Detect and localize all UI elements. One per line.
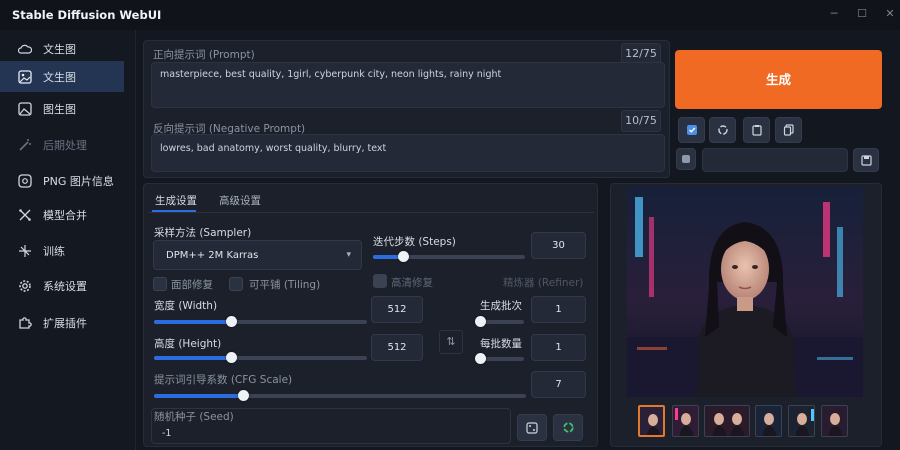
width-label: 宽度 (Width) xyxy=(154,300,218,312)
close-icon[interactable]: ✕ xyxy=(883,7,897,21)
wand-icon xyxy=(18,138,32,152)
sidebar-item-label: 训练 xyxy=(43,244,65,258)
gallery-thumbnail[interactable] xyxy=(638,405,665,437)
gallery-thumbnail[interactable] xyxy=(821,405,848,437)
restore-faces-checkbox[interactable] xyxy=(153,277,167,291)
merge-icon xyxy=(18,208,32,222)
negative-prompt-input[interactable]: lowres, bad anatomy, worst quality, blur… xyxy=(151,134,665,172)
recycle-seed-icon[interactable] xyxy=(553,414,583,441)
seed-input[interactable]: -1 xyxy=(151,408,511,444)
gallery-thumbnail[interactable] xyxy=(704,405,750,437)
minimize-icon[interactable]: ─ xyxy=(827,7,841,21)
batch-count-slider-thumb[interactable] xyxy=(475,316,486,327)
batch-count-slider[interactable] xyxy=(475,316,524,327)
gallery-thumbnail[interactable] xyxy=(788,405,815,437)
tab-advanced-settings[interactable]: 高级设置 xyxy=(219,193,261,208)
sidebar-item-home[interactable]: 文生图 xyxy=(0,33,124,64)
hires-fix-label: 高清修复 xyxy=(391,277,433,289)
save-icon[interactable] xyxy=(853,148,879,172)
height-slider-thumb[interactable] xyxy=(225,352,237,363)
tiling-checkbox[interactable] xyxy=(229,277,243,291)
height-slider-fill xyxy=(154,356,231,360)
sidebar-item-label: 模型合并 xyxy=(43,208,87,222)
sidebar-item-label: 扩展插件 xyxy=(43,316,87,330)
gallery-thumbnail[interactable] xyxy=(672,405,699,437)
cloud-icon xyxy=(18,42,32,56)
batch-count-input[interactable]: 1 xyxy=(531,296,586,323)
sidebar-item-txt2img[interactable]: 文生图 xyxy=(0,61,124,92)
copy-icon[interactable] xyxy=(775,117,802,143)
output-image[interactable] xyxy=(627,187,863,397)
width-slider-fill xyxy=(154,320,231,324)
tab-generation-settings[interactable]: 生成设置 xyxy=(155,193,197,208)
sidebar-item-label: 文生图 xyxy=(43,70,76,84)
cfg-input[interactable]: 7 xyxy=(531,371,586,398)
train-icon xyxy=(18,244,32,258)
sidebar-item-png-info[interactable]: PNG 图片信息 xyxy=(0,165,124,196)
sidebar: 文生图 文生图 图生图 后期处理 PNG 图片信息 模型合并 训练 系统设置 扩… xyxy=(0,30,136,450)
recycle-icon[interactable] xyxy=(709,117,736,143)
steps-slider[interactable] xyxy=(373,251,525,262)
width-input[interactable]: 512 xyxy=(371,296,423,323)
cfg-slider-fill xyxy=(154,394,244,398)
cfg-label: 提示词引导系数 (CFG Scale) xyxy=(154,374,293,386)
style-icon[interactable] xyxy=(676,148,696,170)
steps-input[interactable]: 30 xyxy=(531,232,586,259)
dice-icon[interactable] xyxy=(517,414,547,441)
sidebar-item-label: 系统设置 xyxy=(43,279,87,293)
sampler-label: 采样方法 (Sampler) xyxy=(154,227,252,239)
puzzle-icon xyxy=(18,316,32,330)
sidebar-item-train[interactable]: 训练 xyxy=(0,235,124,266)
negative-prompt-token-counter: 10/75 xyxy=(621,110,661,132)
width-slider[interactable] xyxy=(154,316,367,327)
height-input[interactable]: 512 xyxy=(371,334,423,361)
tab-divider xyxy=(148,212,594,213)
refiner-label: 精炼器 (Refiner) xyxy=(503,277,584,289)
sidebar-item-label: 文生图 xyxy=(43,42,76,56)
app-title: Stable Diffusion WebUI xyxy=(12,8,162,22)
height-slider[interactable] xyxy=(154,352,367,363)
sampler-select[interactable]: DPM++ 2M Karras ▾ xyxy=(153,240,362,270)
sidebar-item-label: PNG 图片信息 xyxy=(43,174,114,188)
batch-count-label: 生成批次 xyxy=(480,300,522,312)
sidebar-item-extensions[interactable]: 扩展插件 xyxy=(0,307,124,338)
sidebar-item-label: 图生图 xyxy=(43,102,76,116)
cfg-slider[interactable] xyxy=(154,390,526,401)
height-label: 高度 (Height) xyxy=(154,338,222,350)
prompt-input[interactable]: masterpiece, best quality, 1girl, cyberp… xyxy=(151,62,665,108)
info-icon xyxy=(18,173,32,188)
batch-size-slider[interactable] xyxy=(475,353,524,364)
image-icon xyxy=(18,69,32,84)
negative-prompt-text: lowres, bad anatomy, worst quality, blur… xyxy=(160,143,387,154)
sampler-value: DPM++ 2M Karras xyxy=(166,250,259,261)
sidebar-item-settings[interactable]: 系统设置 xyxy=(0,270,124,301)
sidebar-item-postprocess[interactable]: 后期处理 xyxy=(0,129,124,160)
generate-button[interactable]: 生成 xyxy=(675,50,882,109)
styles-select[interactable] xyxy=(702,148,848,172)
check-icon[interactable] xyxy=(678,117,705,143)
hires-fix-checkbox[interactable] xyxy=(373,274,387,288)
width-slider-thumb[interactable] xyxy=(225,316,237,327)
picture-icon xyxy=(18,101,32,116)
maximize-icon[interactable]: ☐ xyxy=(855,7,869,21)
tiling-label: 可平铺 (Tiling) xyxy=(249,279,321,291)
restore-faces-label: 面部修复 xyxy=(171,279,213,291)
chevron-down-icon: ▾ xyxy=(346,250,351,260)
batch-size-input[interactable]: 1 xyxy=(531,334,586,361)
prompt-text: masterpiece, best quality, 1girl, cyberp… xyxy=(160,69,502,80)
seed-value: -1 xyxy=(162,428,172,439)
batch-size-slider-thumb[interactable] xyxy=(475,353,486,364)
batch-size-label: 每批数量 xyxy=(480,338,522,350)
gear-icon xyxy=(18,279,32,293)
gallery-thumbnail[interactable] xyxy=(755,405,782,437)
sidebar-item-img2img[interactable]: 图生图 xyxy=(0,93,124,124)
steps-label: 迭代步数 (Steps) xyxy=(373,236,456,248)
sidebar-item-label: 后期处理 xyxy=(43,138,87,152)
prompt-label: 正向提示词 (Prompt) xyxy=(153,49,255,61)
clipboard-icon[interactable] xyxy=(743,117,770,143)
sidebar-item-merge[interactable]: 模型合并 xyxy=(0,199,124,230)
swap-icon[interactable]: ⇅ xyxy=(439,330,463,354)
